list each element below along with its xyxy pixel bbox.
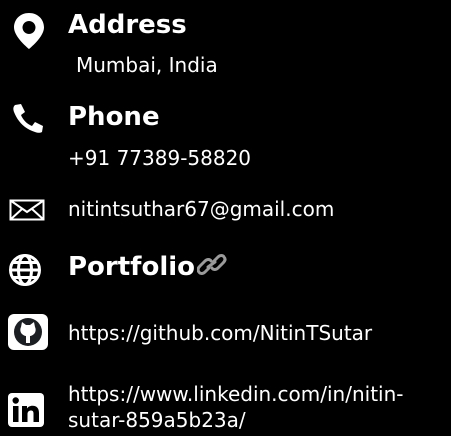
globe-icon	[9, 254, 41, 286]
phone-title: Phone	[68, 102, 160, 132]
linkedin-link[interactable]: https://www.linkedin.com/in/nitin- sutar…	[68, 381, 403, 433]
github-link[interactable]: https://github.com/NitinTSutar	[68, 320, 372, 346]
phone-value[interactable]: +91 77389-58820	[68, 145, 251, 171]
email-link[interactable]: nitintsuthar67@gmail.com	[68, 196, 334, 222]
phone-icon	[13, 104, 43, 133]
address-value: Mumbai, India	[76, 53, 218, 77]
linkedin-url-line1[interactable]: https://www.linkedin.com/in/nitin-	[68, 381, 403, 407]
linkedin-icon	[8, 393, 44, 427]
address-title: Address	[68, 10, 187, 40]
link-icon[interactable]	[197, 252, 227, 278]
location-pin-icon	[14, 13, 44, 49]
portfolio-label[interactable]: Portfolio	[68, 252, 195, 282]
mail-icon	[9, 199, 45, 221]
portfolio-link[interactable]: Portfolio	[68, 252, 227, 282]
linkedin-url-line2[interactable]: sutar-859a5b23a/	[68, 407, 403, 433]
github-icon	[8, 314, 48, 350]
